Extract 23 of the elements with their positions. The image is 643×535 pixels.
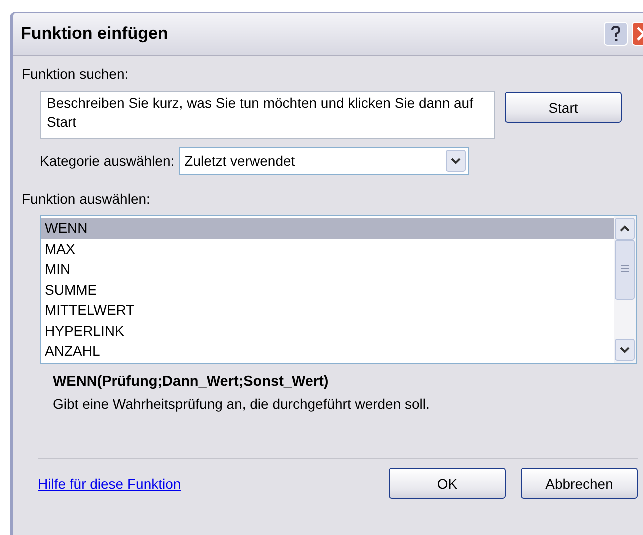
help-icon[interactable] — [604, 22, 628, 46]
window-title: Funktion einfügen — [21, 24, 168, 44]
category-dropdown[interactable]: Zuletzt verwendet — [178, 147, 469, 175]
function-item[interactable]: MIN — [41, 259, 614, 280]
cancel-button[interactable]: Abbrechen — [521, 468, 638, 499]
scroll-thumb[interactable] — [615, 240, 635, 300]
function-item[interactable]: ANZAHL — [41, 341, 614, 362]
function-item[interactable]: HYPERLINK — [41, 320, 614, 341]
category-label: Kategorie auswählen: — [40, 153, 175, 169]
function-item[interactable]: MITTELWERT — [41, 300, 614, 320]
scroll-up-icon[interactable] — [615, 218, 635, 240]
function-item[interactable]: SUMME — [41, 280, 614, 300]
ok-button[interactable]: OK — [389, 468, 506, 499]
search-field[interactable]: Beschreiben Sie kurz, was Sie tun möchten und klicken Sie dann auf Start — [40, 91, 495, 139]
function-description: Gibt eine Wahrheitsprüfung an, die durchgeführt werden soll. — [53, 396, 431, 412]
scroll-down-icon[interactable] — [615, 339, 635, 361]
function-item[interactable]: WENN — [41, 218, 614, 238]
function-list-label: Funktion auswählen: — [22, 191, 152, 207]
function-item[interactable]: MAX — [41, 238, 614, 259]
help-link[interactable]: Hilfe für diese Funktion — [38, 476, 182, 492]
start-button[interactable]: Start — [505, 92, 622, 123]
function-syntax: WENN(Prüfung;Dann_Wert;Sonst_Wert) — [53, 374, 330, 390]
search-label: Funktion suchen: — [22, 66, 130, 82]
